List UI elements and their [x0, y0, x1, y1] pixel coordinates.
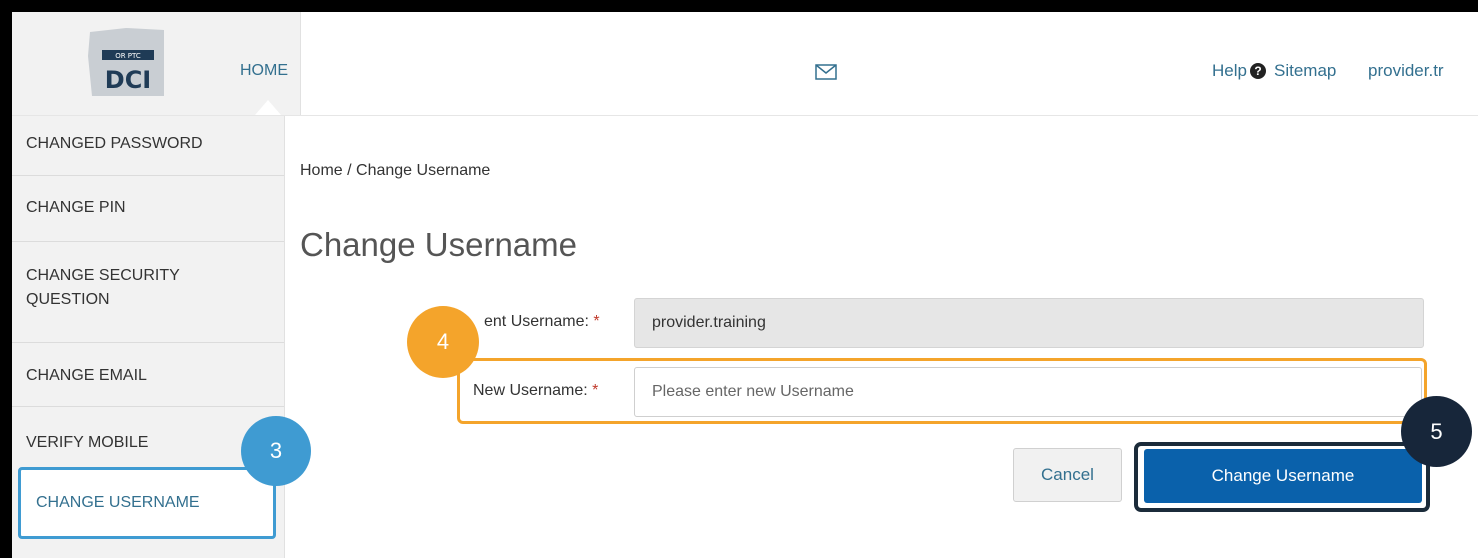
- sidebar-item-label-line2: QUESTION: [26, 291, 110, 308]
- tab-home-label: HOME: [240, 62, 288, 79]
- sidebar-item-label: CHANGE PIN: [26, 199, 126, 216]
- current-username-field: provider.training: [634, 298, 1424, 348]
- user-menu-link[interactable]: provider.tr: [1368, 61, 1444, 81]
- sidebar-item-label: CHANGE EMAIL: [26, 367, 147, 384]
- change-username-button[interactable]: Change Username: [1144, 449, 1422, 503]
- cancel-button[interactable]: Cancel: [1013, 448, 1122, 502]
- sidebar-item-label: CHANGE USERNAME: [36, 494, 200, 511]
- required-mark: *: [593, 313, 600, 330]
- sidebar-item-change-security-question[interactable]: CHANGE SECURITY QUESTION: [12, 242, 284, 343]
- breadcrumb: Home / Change Username: [300, 162, 491, 179]
- sidebar-item-change-email[interactable]: CHANGE EMAIL: [12, 343, 284, 407]
- page-title: Change Username: [300, 226, 577, 263]
- sidebar-item-change-username[interactable]: CHANGE USERNAME: [18, 467, 276, 539]
- sidebar-item-change-pin[interactable]: CHANGE PIN: [12, 176, 284, 242]
- logo-area: OR PTC DCI: [12, 12, 229, 115]
- new-username-label: New Username: *: [473, 382, 599, 399]
- app-window: OR PTC DCI HOME Help ? Sitemap provider.…: [12, 12, 1478, 558]
- sidebar-item-changed-password[interactable]: CHANGED PASSWORD: [12, 116, 284, 176]
- callout-badge-4: 4: [407, 306, 479, 378]
- callout-badge-3: 3: [241, 416, 311, 486]
- logo-main-text: DCI: [105, 66, 151, 94]
- top-header: OR PTC DCI HOME Help ? Sitemap provider.…: [12, 12, 1478, 116]
- new-username-input[interactable]: [634, 367, 1422, 417]
- dci-logo[interactable]: OR PTC DCI: [84, 26, 170, 101]
- help-link[interactable]: Help: [1212, 61, 1247, 81]
- question-circle-icon[interactable]: ?: [1250, 63, 1266, 79]
- sidebar-item-label: CHANGED PASSWORD: [26, 135, 203, 152]
- envelope-icon[interactable]: [815, 64, 837, 80]
- logo-top-text: OR PTC: [115, 52, 141, 60]
- sitemap-link[interactable]: Sitemap: [1274, 61, 1336, 81]
- sidebar: CHANGED PASSWORD CHANGE PIN CHANGE SECUR…: [12, 116, 285, 558]
- current-username-label: ent Username: *: [484, 313, 600, 330]
- required-mark: *: [592, 382, 599, 399]
- sidebar-item-label-line1: CHANGE SECURITY: [26, 267, 180, 284]
- callout-badge-5: 5: [1401, 396, 1472, 467]
- active-tab-caret: [255, 100, 281, 115]
